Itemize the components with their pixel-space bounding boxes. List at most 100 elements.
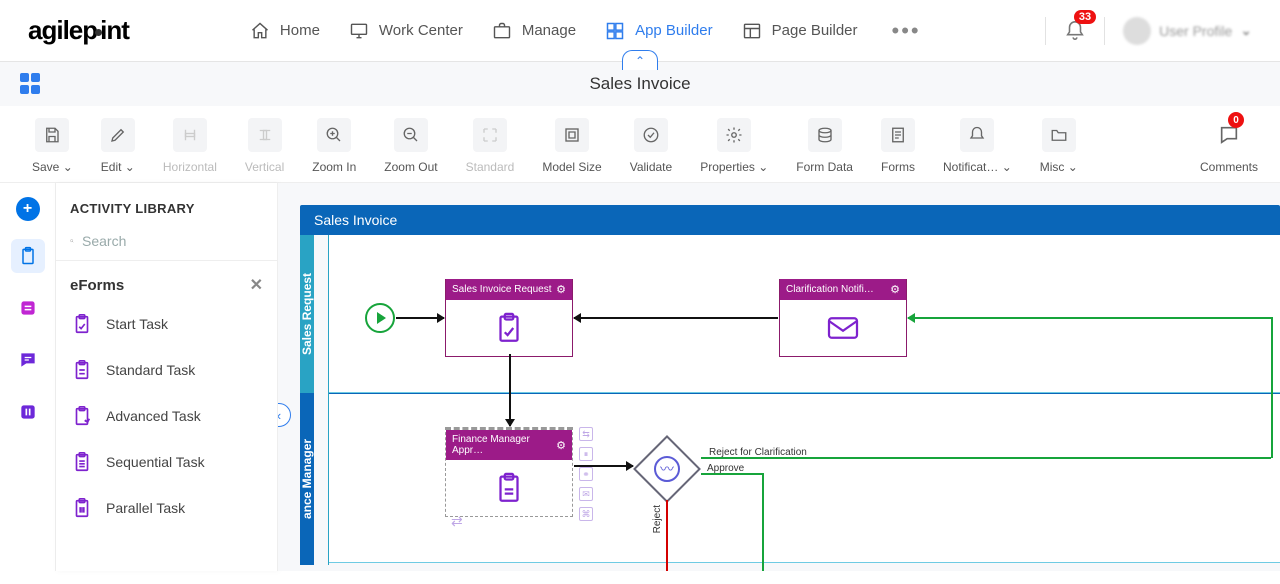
- mail-small-icon[interactable]: ✉: [579, 487, 593, 501]
- properties-button[interactable]: Properties ⌄: [700, 118, 768, 174]
- connector[interactable]: [574, 465, 633, 467]
- pause-small-icon[interactable]: ⏸: [579, 447, 593, 461]
- search-icon: [70, 232, 74, 250]
- bell-icon: [960, 118, 994, 152]
- nav-app-builder[interactable]: App Builder: [604, 18, 713, 44]
- nav-work-label: Work Center: [379, 22, 463, 39]
- monitor-icon: [348, 20, 370, 42]
- nav-home[interactable]: Home: [249, 18, 320, 44]
- envelope-icon: [826, 314, 860, 342]
- lanes[interactable]: Sales Invoice Request⚙ Clarification Not…: [328, 235, 1280, 565]
- close-icon[interactable]: ✕: [250, 275, 263, 295]
- lib-row-label: Standard Task: [106, 362, 195, 378]
- lib-item-start-task[interactable]: Start Task: [56, 301, 277, 347]
- nav-manage[interactable]: Manage: [491, 18, 576, 44]
- chevron-down-icon: ⌄: [63, 160, 73, 174]
- org-icon[interactable]: ⌘: [579, 507, 593, 521]
- zoom-in-icon: [317, 118, 351, 152]
- logo: agilepint: [28, 15, 129, 46]
- horizontal-label: Horizontal: [163, 160, 217, 174]
- add-button[interactable]: +: [16, 197, 40, 221]
- connector[interactable]: [1271, 317, 1273, 458]
- comments-button[interactable]: 0 Comments: [1200, 118, 1258, 174]
- zoom-out-button[interactable]: Zoom Out: [384, 118, 437, 174]
- process-header: Sales Invoice: [300, 205, 1280, 235]
- collapse-nav-button[interactable]: ⌃: [622, 50, 658, 70]
- library-search[interactable]: [56, 226, 277, 261]
- activity-title: Finance Manager Appr…: [452, 434, 556, 456]
- rail-form[interactable]: [11, 291, 45, 325]
- loop-icon[interactable]: ⇄: [451, 513, 463, 530]
- expand-icon: [555, 118, 589, 152]
- rail-clipboard[interactable]: [11, 239, 45, 273]
- form-data-button[interactable]: Form Data: [796, 118, 853, 174]
- connector[interactable]: [574, 317, 778, 319]
- lib-item-parallel-task[interactable]: Parallel Task: [56, 485, 277, 531]
- vertical-icon: [248, 118, 282, 152]
- divider: [1104, 17, 1105, 45]
- zoom-in-button[interactable]: Zoom In: [312, 118, 356, 174]
- edit-button[interactable]: Edit ⌄: [101, 118, 135, 174]
- layout-icon: [741, 20, 763, 42]
- notifications-button[interactable]: 33: [1064, 20, 1086, 42]
- model-size-button[interactable]: Model Size: [542, 118, 601, 174]
- sequential-task-icon: [70, 450, 94, 474]
- activity-title: Clarification Notifi…: [786, 284, 874, 295]
- connector-label-approve: Approve: [707, 463, 744, 474]
- search-input[interactable]: [82, 233, 263, 249]
- user-menu[interactable]: User Profile ⌄: [1123, 17, 1252, 45]
- horizontal-button[interactable]: Horizontal: [163, 118, 217, 174]
- rail-chat[interactable]: [11, 343, 45, 377]
- lib-section-eforms[interactable]: eForms ✕: [56, 261, 277, 301]
- lib-item-standard-task[interactable]: Standard Task: [56, 347, 277, 393]
- comment-count-badge: 0: [1228, 112, 1244, 128]
- activity-side-icons[interactable]: ⇆ ⏸ ⚭ ✉ ⌘: [579, 427, 593, 521]
- database-icon: [808, 118, 842, 152]
- connector-arrow: [509, 354, 511, 426]
- save-button[interactable]: Save ⌄: [32, 118, 73, 174]
- gateway-icon: 〰: [654, 456, 680, 482]
- activity-finance-manager-approval[interactable]: Finance Manager Appr…⚙: [445, 427, 573, 517]
- nav-more-button[interactable]: •••: [892, 18, 921, 44]
- standard-button[interactable]: Standard: [466, 118, 515, 174]
- activity-sales-invoice-request[interactable]: Sales Invoice Request⚙: [445, 279, 573, 357]
- notifications-tool-button[interactable]: Notificat… ⌄: [943, 118, 1012, 174]
- start-event[interactable]: [365, 303, 395, 333]
- left-rail: +: [0, 183, 56, 571]
- lane-container: Sales Request ance Manager Sales Invoice…: [300, 235, 1280, 565]
- process-title: Sales Invoice: [589, 74, 690, 94]
- collapse-panel-button[interactable]: ‹: [278, 403, 291, 427]
- standard-label: Standard: [466, 160, 515, 174]
- connector[interactable]: [396, 317, 444, 319]
- comments-label: Comments: [1200, 160, 1258, 174]
- briefcase-icon: [491, 20, 513, 42]
- vertical-button[interactable]: Vertical: [245, 118, 284, 174]
- misc-button[interactable]: Misc ⌄: [1040, 118, 1078, 174]
- lane-label-sales[interactable]: Sales Request: [300, 235, 314, 393]
- gear-icon[interactable]: ⚙: [890, 283, 900, 296]
- nav-work-center[interactable]: Work Center: [348, 18, 463, 44]
- rail-pause[interactable]: [11, 395, 45, 429]
- edit-icon: [101, 118, 135, 152]
- nav-page-builder[interactable]: Page Builder: [741, 18, 858, 44]
- work-area: + ACTIVITY LIBRARY eForms ✕ Start Task S…: [0, 183, 1280, 571]
- connector[interactable]: [908, 317, 1272, 319]
- activity-clarification-notification[interactable]: Clarification Notifi… ⚙: [779, 279, 907, 357]
- group-icon[interactable]: ⚭: [579, 467, 593, 481]
- user-name: User Profile: [1159, 23, 1232, 39]
- lib-item-sequential-task[interactable]: Sequential Task: [56, 439, 277, 485]
- connector-reject[interactable]: [666, 500, 668, 571]
- lib-row-label: Sequential Task: [106, 454, 205, 470]
- apps-icon[interactable]: [20, 73, 42, 95]
- nav-home-label: Home: [280, 22, 320, 39]
- process-canvas[interactable]: ‹ Sales Invoice Sales Request ance Manag…: [278, 183, 1280, 571]
- gear-icon[interactable]: ⚙: [556, 439, 566, 452]
- chevron-down-icon: ⌄: [1002, 160, 1012, 174]
- connector[interactable]: [762, 473, 764, 571]
- swap-icon[interactable]: ⇆: [579, 427, 593, 441]
- gear-icon[interactable]: ⚙: [556, 283, 566, 296]
- forms-button[interactable]: Forms: [881, 118, 915, 174]
- lib-item-advanced-task[interactable]: Advanced Task: [56, 393, 277, 439]
- lane-label-finance[interactable]: ance Manager: [300, 393, 314, 565]
- validate-button[interactable]: Validate: [630, 118, 672, 174]
